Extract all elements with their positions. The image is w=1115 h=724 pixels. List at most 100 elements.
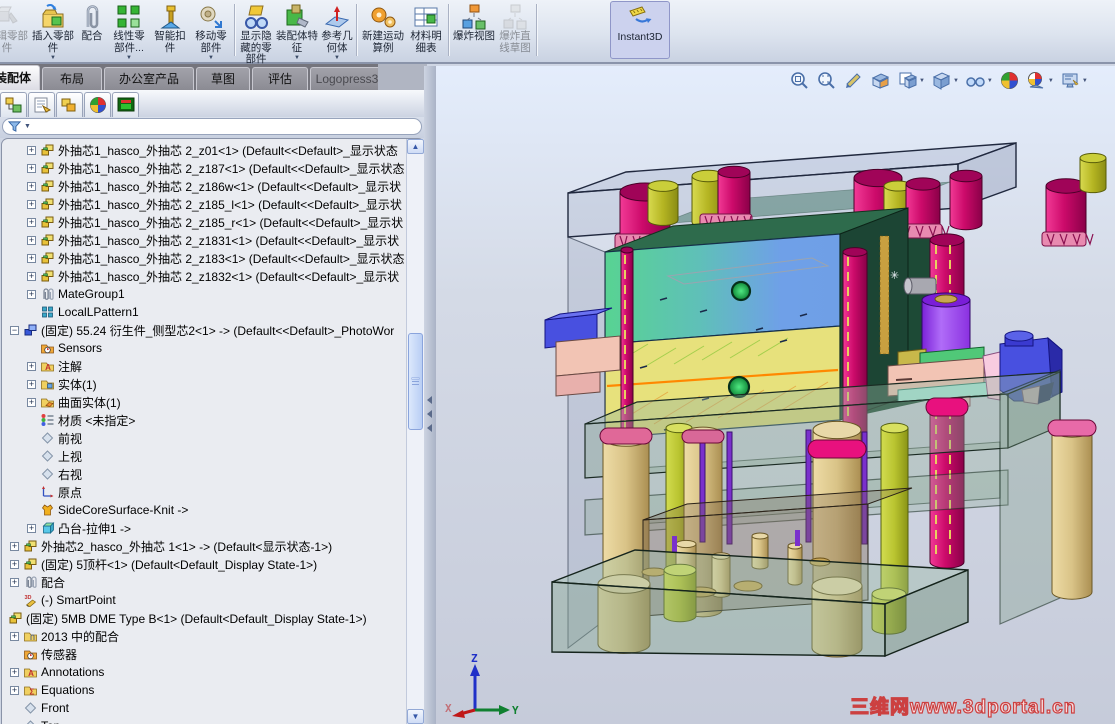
dropdown-arrow-icon[interactable]: ▼ [50, 55, 56, 61]
tree-expand-toggle[interactable]: + [27, 523, 36, 533]
toolbar-button-linear[interactable]: 线性零部件... ▼ [108, 1, 150, 61]
tree-item[interactable]: + 凸台-拉伸1 -> [2, 519, 407, 537]
panel-splitter[interactable] [424, 66, 436, 724]
tree-item[interactable]: + 外抽芯1_hasco_外抽芯 2_z185_l<1> (Default<<De… [2, 195, 407, 213]
tree-item[interactable]: + 外抽芯1_hasco_外抽芯 2_z187<1> (Default<<Defa… [2, 159, 407, 177]
tree-expand-toggle[interactable]: + [27, 361, 36, 371]
headsup-scene-button[interactable]: ▼ [1026, 70, 1054, 91]
dropdown-arrow-icon[interactable]: ▼ [208, 55, 214, 61]
toolbar-button-insert[interactable]: 插入零部件 ▼ [30, 1, 76, 61]
tree-expand-toggle[interactable]: + [27, 217, 36, 227]
headsup-zoomfit-button[interactable] [789, 70, 810, 91]
dropdown-arrow-icon[interactable]: ▼ [987, 78, 993, 84]
tree-filter-input[interactable]: ▼ [2, 118, 422, 135]
tree-item[interactable]: + 外抽芯1_hasco_外抽芯 2_z1831<1> (Default<<Def… [2, 231, 407, 249]
dropdown-arrow-icon[interactable]: ▼ [126, 55, 132, 61]
tree-item[interactable]: + 外抽芯1_hasco_外抽芯 2_z186w<1> (Default<<Def… [2, 177, 407, 195]
command-tab-2[interactable]: 办公室产品 [104, 67, 194, 90]
filter-dropdown-arrow[interactable]: ▼ [24, 123, 31, 130]
dropdown-arrow-icon[interactable]: ▼ [294, 55, 300, 61]
tree-expand-toggle[interactable]: + [10, 631, 19, 641]
tree-item[interactable]: + MateGroup1 [2, 285, 407, 303]
tree-item[interactable]: + 外抽芯1_hasco_外抽芯 2_z01<1> (Default<<Defau… [2, 141, 407, 159]
headsup-zoomarea-button[interactable] [816, 70, 837, 91]
dropdown-arrow-icon[interactable]: ▼ [1082, 78, 1088, 84]
command-tab-4[interactable]: 评估 [252, 67, 308, 90]
graphics-viewport[interactable]: ✳ ✳ [436, 66, 1115, 724]
tree-expand-toggle[interactable]: + [10, 667, 19, 677]
tree-expand-toggle[interactable]: + [27, 289, 36, 299]
panel-tab-propertymanager[interactable] [28, 92, 55, 117]
command-tab-3[interactable]: 草图 [196, 67, 250, 90]
tree-item[interactable]: + (固定) 5顶杆<1> (Default<Default_Display St… [2, 555, 407, 573]
tree-expand-toggle[interactable]: + [27, 163, 36, 173]
tree-expand-toggle[interactable]: + [27, 145, 36, 155]
toolbar-button-motion[interactable]: 新建运动算例 [360, 1, 406, 59]
toolbar-button-move[interactable]: 移动零部件 ▼ [190, 1, 232, 61]
panel-tab-featuremanager[interactable] [0, 92, 27, 117]
tree-expand-toggle[interactable]: + [10, 559, 19, 569]
panel-tab-custom-addin[interactable] [112, 92, 139, 117]
tree-expand-toggle[interactable]: + [27, 253, 36, 263]
panel-tab-configurationmanager[interactable] [56, 92, 83, 117]
tree-expand-toggle[interactable]: + [10, 541, 19, 551]
tree-expand-toggle[interactable]: + [27, 181, 36, 191]
toolbar-button-refgeo[interactable]: 参考几何体 ▼ [320, 1, 354, 61]
toolbar-button-mate[interactable]: 配合 [76, 1, 108, 59]
tree-expand-toggle[interactable]: + [27, 397, 36, 407]
tree-item[interactable]: + Σ Equations [2, 681, 407, 699]
tree-item[interactable]: SideCoreSurface-Knit -> [2, 501, 407, 519]
tree-item[interactable]: LocalLPattern1 [2, 303, 407, 321]
tree-item[interactable]: Front [2, 699, 407, 717]
mold-assembly-model[interactable]: ✳ ✳ [436, 66, 1115, 724]
scroll-down-button[interactable]: ▼ [407, 709, 424, 724]
tree-item[interactable]: + 配合 [2, 573, 407, 591]
command-tab-5[interactable]: Logopress3 [310, 67, 384, 90]
tree-expand-toggle[interactable]: + [27, 379, 36, 389]
command-tab-assembly[interactable]: 装配体 [0, 65, 40, 90]
headsup-vieworient-button[interactable]: ▼ [897, 70, 925, 91]
toolbar-button-explsketch[interactable]: 爆炸直线草图 [496, 1, 534, 59]
toolbar-button-asmfeat[interactable]: 装配体特征 ▼ [274, 1, 320, 61]
headsup-appearance-button[interactable] [999, 70, 1020, 91]
headsup-section-button[interactable] [870, 70, 891, 91]
tree-scrollbar[interactable]: ▲ ▼ [406, 139, 424, 724]
headsup-viewsettings-button[interactable]: ▼ [1060, 70, 1088, 91]
tree-item[interactable]: 上视 [2, 447, 407, 465]
tree-item[interactable]: − (固定) 55.24 衍生件_侧型芯2<1> -> (Default<<Def… [2, 321, 407, 339]
scrollbar-thumb[interactable] [408, 333, 423, 430]
toolbar-button-edit[interactable]: 编辑零部件 [0, 1, 30, 59]
tree-expand-toggle[interactable]: + [10, 685, 19, 695]
tree-item[interactable]: 材质 <未指定> [2, 411, 407, 429]
toolbar-button-bom[interactable]: 材料明细表 [406, 1, 446, 59]
tree-item[interactable]: 原点 [2, 483, 407, 501]
tree-item[interactable]: + 曲面实体(1) [2, 393, 407, 411]
tree-item[interactable]: + 外抽芯1_hasco_外抽芯 2_z1832<1> (Default<<Def… [2, 267, 407, 285]
dropdown-arrow-icon[interactable]: ▼ [919, 78, 925, 84]
tree-expand-toggle[interactable]: − [10, 325, 19, 335]
scroll-up-button[interactable]: ▲ [407, 139, 424, 154]
dropdown-arrow-icon[interactable]: ▼ [1048, 78, 1054, 84]
toolbar-button-smart[interactable]: 智能扣件 [150, 1, 190, 59]
tree-item[interactable]: Top [2, 717, 407, 724]
command-tab-1[interactable]: 布局 [42, 67, 102, 90]
tree-item[interactable]: (固定) 5MB DME Type B<1> (Default<Default_… [2, 609, 407, 627]
tree-item[interactable]: 3D (-) SmartPoint [2, 591, 407, 609]
tree-item[interactable]: + A Annotations [2, 663, 407, 681]
tree-item[interactable]: + 实体(1) [2, 375, 407, 393]
toolbar-button-showhidden[interactable]: 显示隐藏的零部件 [238, 1, 274, 65]
tree-expand-toggle[interactable]: + [27, 199, 36, 209]
tree-expand-toggle[interactable]: + [27, 235, 36, 245]
dropdown-arrow-icon[interactable]: ▼ [334, 55, 340, 61]
toolbar-button-explode[interactable]: 爆炸视图 [452, 1, 496, 59]
panel-collapse-handle[interactable] [425, 396, 434, 432]
tree-item[interactable]: 前视 [2, 429, 407, 447]
tree-item[interactable]: 右视 [2, 465, 407, 483]
panel-tab-displaymanager[interactable] [84, 92, 111, 117]
tree-expand-toggle[interactable]: + [10, 577, 19, 587]
tree-item[interactable]: + 外抽芯1_hasco_外抽芯 2_z183<1> (Default<<Defa… [2, 249, 407, 267]
tree-item[interactable]: + 外抽芯2_hasco_外抽芯 1<1> -> (Default<显示状态-1>… [2, 537, 407, 555]
dropdown-arrow-icon[interactable]: ▼ [953, 78, 959, 84]
toolbar-button-instant3d[interactable]: Instant3D [610, 1, 670, 59]
tree-item[interactable]: 传感器 [2, 645, 407, 663]
